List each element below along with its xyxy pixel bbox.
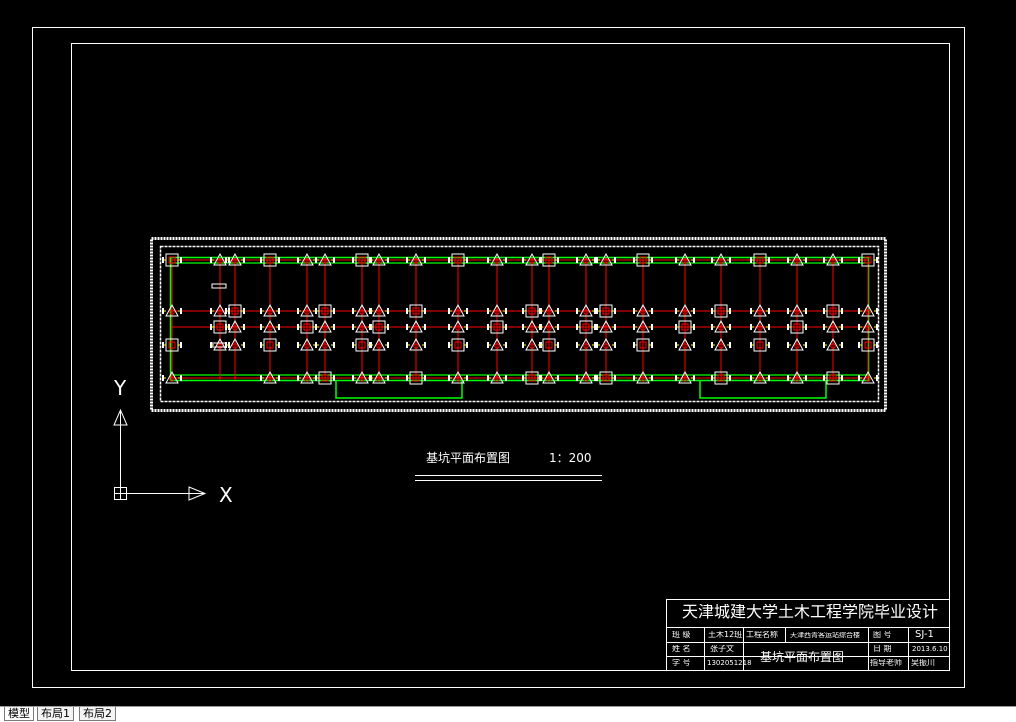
title-block-project-label: 工程名称: [746, 631, 778, 639]
ucs-axis-icon: [113, 408, 207, 501]
title-block-date-value: 2013.6.10: [912, 646, 948, 653]
ramp-left: [335, 380, 463, 399]
tab-model[interactable]: 模型: [4, 707, 34, 721]
title-block-name-value: 张子文: [710, 645, 734, 653]
ucs-y-label: Y: [114, 376, 127, 400]
drawing-scale: 1：200: [549, 451, 592, 465]
title-block-drawing-name: 基坑平面布置图: [760, 651, 845, 663]
title-block-drawing-no-value: SJ-1: [915, 630, 934, 640]
title-block-school: 天津城建大学土木工程学院毕业设计: [682, 604, 939, 620]
title-block-advisor-label: 指导老师: [870, 659, 902, 667]
cad-drawing-canvas[interactable]: [0, 0, 1016, 706]
tab-layout-1[interactable]: 布局1: [37, 707, 74, 721]
title-block-id-value: 1302051218: [707, 660, 752, 667]
title-block-drawing-no-label: 图 号: [873, 631, 892, 639]
drawing-title: 基坑平面布置图: [426, 451, 511, 465]
support-bracket: [211, 283, 227, 289]
ucs-x-label: X: [219, 483, 233, 507]
layout-tab-bar: 模型 布局1 布局2: [0, 706, 1016, 722]
title-block-id-label: 学 号: [672, 659, 691, 667]
sheet-inner-frame: [71, 43, 950, 671]
title-block-class-label: 班 级: [672, 631, 691, 639]
foundation-pit-plan[interactable]: [150, 237, 887, 412]
title-block-date-label: 日 期: [873, 645, 892, 653]
title-block-project-value: 天津西青客运站综合楼: [790, 632, 860, 639]
title-block-class-value: 土木12班: [708, 631, 743, 639]
title-block-name-label: 姓 名: [672, 645, 691, 653]
title-block-advisor-value: 吴振川: [911, 659, 935, 667]
tab-layout-2[interactable]: 布局2: [79, 707, 116, 721]
support-ring: [169, 256, 870, 382]
